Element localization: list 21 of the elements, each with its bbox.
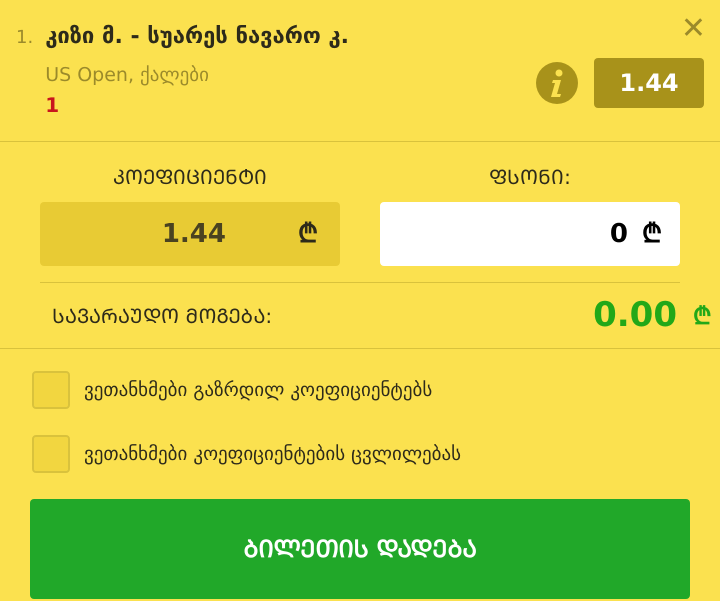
close-button[interactable]: ✕: [680, 14, 706, 44]
potential-win-label: ᲡᲐᲕᲐᲠᲐᲣᲓᲝ ᲛᲝᲒᲔᲑᲐ:: [52, 302, 274, 330]
odds-label: ᲙᲝᲔᲤᲘᲪᲘᲔᲜᲢᲘ: [113, 164, 267, 191]
info-icon[interactable]: [536, 62, 578, 104]
stake-label: ᲤᲡᲝᲜᲘ:: [489, 164, 571, 191]
odds-badge: 1.44: [594, 58, 704, 108]
checkbox-label: ვეთანხმები გაზრდილ კოეფიციენტებს: [84, 378, 432, 403]
selected-outcome: 1: [45, 92, 60, 118]
tournament-name: US Open, ქალები: [45, 63, 210, 88]
odds-field: 1.44 ₾: [40, 202, 340, 266]
potential-win-amount: 0.00: [593, 294, 677, 337]
stake-field[interactable]: 0 ₾: [380, 202, 680, 266]
match-title: კიზი მ. - სუარეს ნავარო კ.: [45, 23, 350, 51]
lari-icon: ₾: [298, 214, 318, 254]
checkbox[interactable]: [32, 371, 70, 409]
selection-number: 1.: [16, 26, 34, 50]
checkbox-label: ვეთანხმები კოეფიციენტების ცვლილებას: [84, 442, 462, 467]
lari-icon: ₾: [693, 298, 712, 334]
place-bet-button[interactable]: ᲑᲘᲚᲔᲗᲘᲡ ᲓᲐᲓᲔᲑᲐ: [30, 499, 690, 599]
lari-icon: ₾: [642, 214, 662, 254]
checkbox[interactable]: [32, 435, 70, 473]
